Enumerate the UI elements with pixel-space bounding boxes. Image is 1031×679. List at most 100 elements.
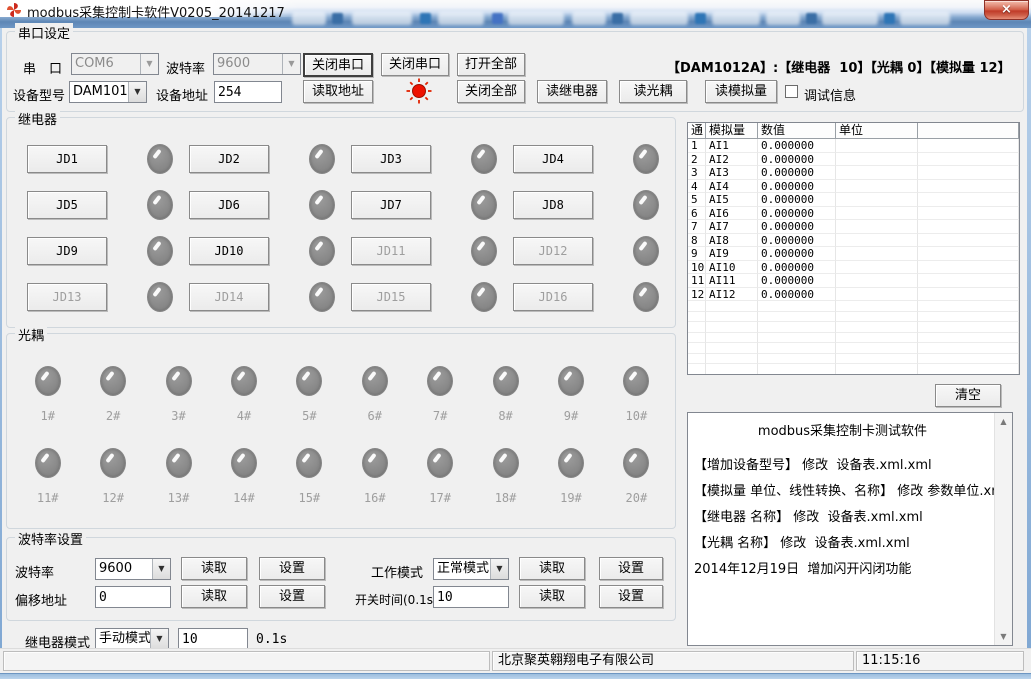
table-cell bbox=[918, 153, 1019, 167]
opto-channel-label: 7# bbox=[433, 409, 447, 423]
relay-cell: JD15 bbox=[345, 282, 507, 311]
table-cell bbox=[688, 343, 706, 354]
relay-grid: JD1 JD2 JD3 JD4 JD5 JD6 JD7 JD8 JD9 JD10 JD11 JD12 J… bbox=[21, 144, 669, 311]
relay-button-jd1[interactable]: JD1 bbox=[27, 145, 107, 173]
changelog-title: modbus采集控制卡测试软件 bbox=[694, 419, 991, 445]
opto-channel-label: 4# bbox=[237, 409, 251, 423]
opto-channel: 4# bbox=[211, 366, 276, 423]
background-icon-blur bbox=[492, 13, 503, 24]
table-cell bbox=[706, 322, 758, 333]
table-cell bbox=[688, 333, 706, 344]
scroll-up-icon[interactable]: ▲ bbox=[995, 413, 1012, 430]
baud-set-combo[interactable]: 9600 ▼ bbox=[95, 558, 171, 580]
offset-read-button[interactable]: 读取 bbox=[181, 585, 247, 608]
changelog-textbox[interactable]: modbus采集控制卡测试软件【增加设备型号】 修改 设备表.xml.xml【模… bbox=[687, 412, 1013, 646]
table-cell: AI6 bbox=[706, 207, 758, 221]
table-cell: 8 bbox=[688, 234, 706, 248]
debug-info-checkbox[interactable] bbox=[785, 85, 798, 98]
opto-channel: 13# bbox=[146, 448, 211, 505]
table-cell bbox=[836, 153, 918, 167]
switch-time-input[interactable] bbox=[433, 586, 509, 608]
baud-read-button[interactable]: 读取 bbox=[181, 557, 247, 580]
baud-rate-combo[interactable]: 9600 ▼ bbox=[213, 53, 301, 75]
relay-button-jd7[interactable]: JD7 bbox=[351, 191, 431, 219]
status-panel-company: 北京聚英翱翔电子有限公司 bbox=[492, 651, 854, 671]
relay-button-jd9[interactable]: JD9 bbox=[27, 237, 107, 265]
table-cell bbox=[836, 333, 918, 344]
clear-button[interactable]: 清空 bbox=[935, 384, 1001, 407]
serial-group-title: 串口设定 bbox=[15, 23, 73, 42]
offset-address-input[interactable] bbox=[95, 586, 171, 608]
opto-channel: 10# bbox=[604, 366, 669, 423]
work-mode-combo[interactable]: 正常模式 ▼ bbox=[433, 558, 509, 580]
relay-cell: JD10 bbox=[183, 236, 345, 265]
opto-channel: 15# bbox=[277, 448, 342, 505]
relay-button-jd8[interactable]: JD8 bbox=[513, 191, 593, 219]
serial-port-value: COM6 bbox=[72, 54, 140, 74]
read-address-button[interactable]: 读取地址 bbox=[303, 80, 373, 103]
serial-port-combo[interactable]: COM6 ▼ bbox=[71, 53, 159, 75]
opto-led-indicator bbox=[166, 366, 192, 396]
analog-col-header[interactable]: 数值 bbox=[758, 123, 836, 139]
analog-col-header[interactable]: 通 bbox=[688, 123, 706, 139]
close-button[interactable]: × bbox=[984, 0, 1029, 20]
relay-cell: JD3 bbox=[345, 144, 507, 173]
analog-col-header[interactable] bbox=[918, 123, 1019, 139]
relay-cell: JD1 bbox=[21, 144, 183, 173]
analog-col-header[interactable]: 单位 bbox=[836, 123, 918, 139]
switch-time-read-button[interactable]: 读取 bbox=[519, 585, 585, 608]
relay-button-jd16[interactable]: JD16 bbox=[513, 283, 593, 311]
table-cell: 0.000000 bbox=[758, 166, 836, 180]
relay-button-jd4[interactable]: JD4 bbox=[513, 145, 593, 173]
scroll-down-icon[interactable]: ▼ bbox=[995, 628, 1012, 645]
device-address-input[interactable] bbox=[214, 81, 282, 103]
opto-led-indicator bbox=[558, 448, 584, 478]
table-row: 1AI10.000000 bbox=[688, 139, 1019, 153]
table-cell: 0.000000 bbox=[758, 207, 836, 221]
opto-channel-label: 2# bbox=[106, 409, 120, 423]
relay-button-jd14[interactable]: JD14 bbox=[189, 283, 269, 311]
relay-button-jd13[interactable]: JD13 bbox=[27, 283, 107, 311]
table-cell bbox=[836, 234, 918, 248]
switch-time-set-button[interactable]: 设置 bbox=[599, 585, 663, 608]
table-cell: 0.000000 bbox=[758, 220, 836, 234]
relay-button-jd15[interactable]: JD15 bbox=[351, 283, 431, 311]
analog-table[interactable]: 通模拟量数值单位 1AI10.0000002AI20.0000003AI30.0… bbox=[687, 122, 1020, 375]
relay-button-jd12[interactable]: JD12 bbox=[513, 237, 593, 265]
table-cell bbox=[918, 234, 1019, 248]
relay-cell: JD14 bbox=[183, 282, 345, 311]
read-relay-button[interactable]: 读继电器 bbox=[537, 80, 607, 103]
read-analog-button[interactable]: 读模拟量 bbox=[705, 80, 777, 103]
baud-set-button[interactable]: 设置 bbox=[259, 557, 325, 580]
opto-channel-label: 10# bbox=[626, 409, 648, 423]
scrollbar-vertical[interactable]: ▲ ▼ bbox=[994, 413, 1012, 645]
relay-button-jd11[interactable]: JD11 bbox=[351, 237, 431, 265]
baud-rate-value: 9600 bbox=[214, 54, 282, 74]
relay-button-jd10[interactable]: JD10 bbox=[189, 237, 269, 265]
table-row: 8AI80.000000 bbox=[688, 234, 1019, 248]
background-blur-shape bbox=[630, 12, 688, 25]
table-cell bbox=[918, 207, 1019, 221]
relay-button-jd6[interactable]: JD6 bbox=[189, 191, 269, 219]
relay-button-jd5[interactable]: JD5 bbox=[27, 191, 107, 219]
background-icon-blur bbox=[884, 13, 895, 24]
relay-button-jd3[interactable]: JD3 bbox=[351, 145, 431, 173]
close-all-button[interactable]: 关闭全部 bbox=[457, 80, 525, 103]
close-serial-button[interactable]: 关闭串口 bbox=[303, 53, 373, 77]
analog-col-header[interactable]: 模拟量 bbox=[706, 123, 758, 139]
relay-mode-time-input[interactable] bbox=[178, 628, 248, 650]
read-opto-button[interactable]: 读光耦 bbox=[619, 80, 687, 103]
relay-button-jd2[interactable]: JD2 bbox=[189, 145, 269, 173]
offset-set-button[interactable]: 设置 bbox=[259, 585, 325, 608]
table-cell bbox=[836, 364, 918, 375]
table-cell bbox=[758, 343, 836, 354]
open-all-button[interactable]: 打开全部 bbox=[457, 53, 525, 76]
close-serial-button-2[interactable]: 关闭串口 bbox=[381, 53, 449, 76]
opto-channel-label: 12# bbox=[102, 491, 124, 505]
work-mode-read-button[interactable]: 读取 bbox=[519, 557, 585, 580]
opto-channel: 12# bbox=[80, 448, 145, 505]
table-cell: 1 bbox=[688, 139, 706, 153]
device-model-combo[interactable]: DAM1012A ▼ bbox=[69, 81, 147, 103]
relay-mode-combo[interactable]: 手动模式 ▼ bbox=[95, 628, 169, 650]
work-mode-set-button[interactable]: 设置 bbox=[599, 557, 663, 580]
